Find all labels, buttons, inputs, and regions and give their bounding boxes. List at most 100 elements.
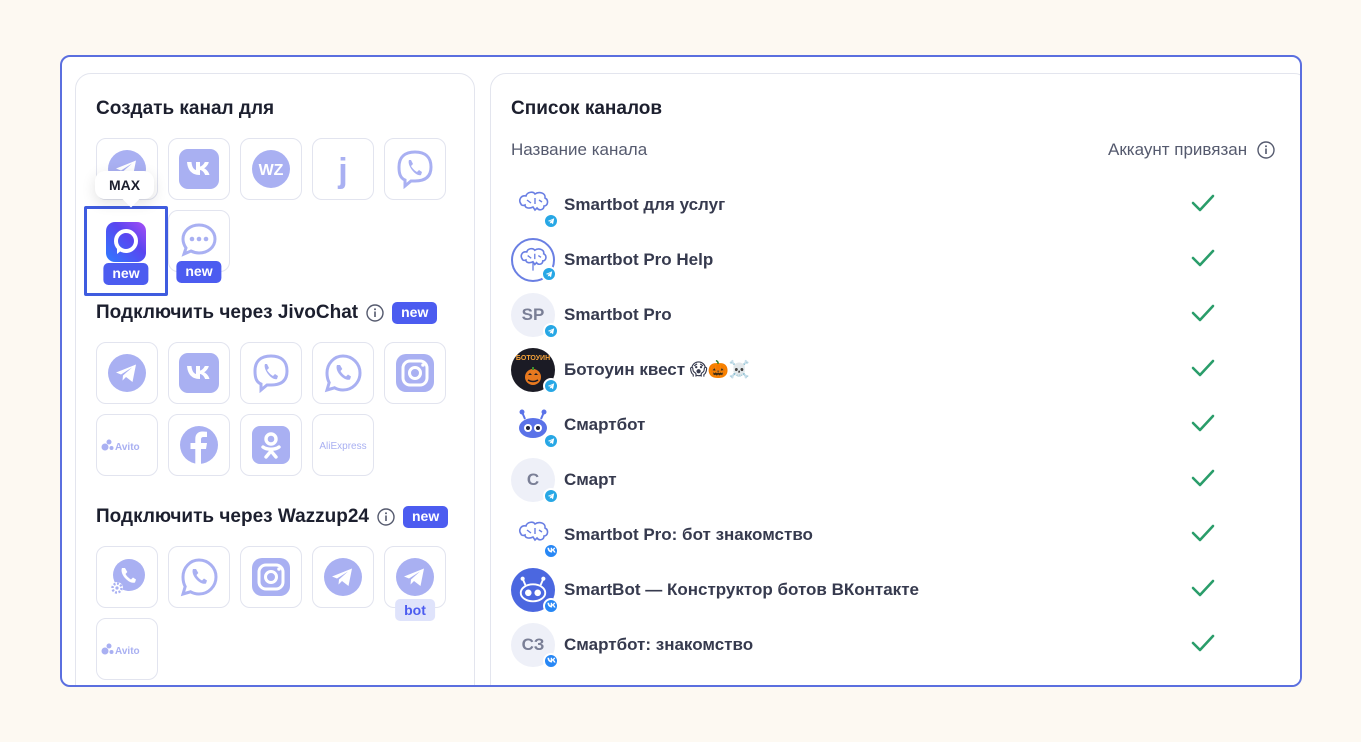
facebook-icon (179, 425, 219, 465)
aliexpress-icon: AliExpress (315, 425, 371, 465)
svg-text:j: j (337, 152, 347, 189)
odnoklassniki-icon (251, 425, 291, 465)
wazzup-icon: WZ (251, 149, 291, 189)
check-icon (1191, 358, 1215, 378)
jivo-avito-tile[interactable]: Avito (96, 414, 158, 476)
channels-list-title: Список каналов (511, 98, 663, 119)
channel-row[interactable]: С Смарт (511, 452, 1291, 507)
jivo-aliexpress-tile[interactable]: AliExpress (312, 414, 374, 476)
vk-icon (179, 149, 219, 189)
jivo-whatsapp-tile[interactable] (312, 342, 374, 404)
create-viber-tile[interactable] (384, 138, 446, 200)
channel-row[interactable]: Смартбот (511, 397, 1291, 452)
check-icon (1191, 633, 1215, 653)
channels-frame: Создать канал для WZ j MAX new new Подкл… (60, 55, 1302, 687)
viber-icon (395, 149, 435, 189)
jivo-icon: j (323, 149, 363, 189)
jivo-section-title: Подключить через JivoChat new (96, 302, 438, 324)
jivo-viber-tile[interactable] (240, 342, 302, 404)
wazzup-section-title: Подключить через Wazzup24 new (96, 506, 449, 528)
avito-icon: Avito (99, 629, 155, 669)
check-icon (1191, 248, 1215, 268)
svg-text:Avito: Avito (115, 646, 140, 657)
channel-row[interactable]: SP Smartbot Pro (511, 287, 1291, 342)
channel-row[interactable]: СЗ Смартбот: знакомство (511, 617, 1291, 672)
max-new-badge: new (103, 263, 149, 285)
viber-icon (251, 353, 291, 393)
svg-text:Avito: Avito (115, 442, 140, 453)
jivo-new-badge: new (392, 302, 438, 324)
jivo-vk-tile[interactable] (168, 342, 230, 404)
max-icon (106, 222, 146, 262)
channel-row[interactable]: Smartbot для услуг (511, 177, 1291, 232)
channels-list-panel: Список каналов Название канала Аккаунт п… (490, 73, 1300, 685)
wazzup-instagram-tile[interactable] (240, 546, 302, 608)
info-icon[interactable] (377, 508, 395, 526)
check-icon (1191, 578, 1215, 598)
channel-avatar: С (511, 457, 559, 504)
jivo-odnoklassniki-tile[interactable] (240, 414, 302, 476)
instagram-icon (251, 557, 291, 597)
wazzup-new-badge: new (403, 506, 449, 528)
telegram-badge-icon (543, 212, 559, 229)
create-max-tile[interactable]: new (84, 206, 168, 296)
create-wazzup-tile[interactable]: WZ (240, 138, 302, 200)
check-icon (1191, 303, 1215, 323)
wazzup-telegram-bot-tile[interactable]: bot (384, 546, 446, 621)
chat-bubble-icon (179, 221, 219, 261)
svg-text:AliExpress: AliExpress (319, 441, 366, 452)
jivo-instagram-tile[interactable] (384, 342, 446, 404)
svg-text:WZ: WZ (259, 162, 284, 179)
channel-avatar: СЗ (511, 622, 559, 669)
bot-badge: bot (395, 599, 435, 621)
instagram-icon (395, 353, 435, 393)
jivo-facebook-tile[interactable] (168, 414, 230, 476)
channel-row[interactable]: Smartbot Pro Help (511, 232, 1291, 287)
create-chat-tile[interactable]: new (168, 210, 230, 283)
whatsapp-icon (323, 353, 363, 393)
channel-avatar: SP (511, 292, 559, 339)
brain-icon (511, 513, 559, 559)
telegram-badge-icon (541, 265, 557, 282)
wazzup-telegram-tile[interactable] (312, 546, 374, 608)
channel-row[interactable]: БОТОУИН Ботоуин квест 😱🎃☠️ (511, 342, 1291, 397)
info-icon[interactable] (1257, 141, 1275, 159)
telegram-badge-icon (543, 377, 559, 394)
vk-badge-icon (543, 542, 559, 559)
vk-badge-icon (543, 597, 559, 614)
telegram-badge-icon (543, 322, 559, 339)
create-section-title: Создать канал для (96, 98, 275, 119)
column-header-linked: Аккаунт привязан (1108, 140, 1275, 160)
channel-row[interactable]: Smartbot Pro: бот знакомство (511, 507, 1291, 562)
telegram-icon (395, 557, 435, 597)
check-icon (1191, 413, 1215, 433)
whatsapp-icon (179, 557, 219, 597)
max-tooltip: MAX (95, 171, 155, 199)
phone-settings-icon (107, 557, 147, 597)
telegram-icon (107, 353, 147, 393)
create-channel-panel: Создать канал для WZ j MAX new new Подкл… (75, 73, 475, 685)
telegram-badge-icon (543, 432, 559, 449)
telegram-badge-icon (543, 487, 559, 504)
info-icon[interactable] (366, 304, 384, 322)
vk-icon (179, 353, 219, 393)
brain-circle-icon (511, 237, 557, 282)
channel-row[interactable]: SmartBot — Конструктор ботов ВКонтакте (511, 562, 1291, 617)
vk-badge-icon (543, 652, 559, 669)
avito-icon: Avito (99, 425, 155, 465)
telegram-icon (323, 557, 363, 597)
jivo-telegram-tile[interactable] (96, 342, 158, 404)
create-jivo-tile[interactable]: j (312, 138, 374, 200)
wazzup-phone-tile[interactable] (96, 546, 158, 608)
chat-new-badge: new (176, 261, 222, 283)
brain-icon (511, 183, 559, 229)
robot-circle-icon (511, 567, 559, 614)
wazzup-avito-tile[interactable]: Avito (96, 618, 158, 680)
halloween-avatar: БОТОУИН (511, 347, 559, 394)
column-header-name: Название канала (511, 140, 648, 159)
check-icon (1191, 193, 1215, 213)
create-vk-tile[interactable] (168, 138, 230, 200)
check-icon (1191, 523, 1215, 543)
wazzup-whatsapp-tile[interactable] (168, 546, 230, 608)
check-icon (1191, 468, 1215, 488)
